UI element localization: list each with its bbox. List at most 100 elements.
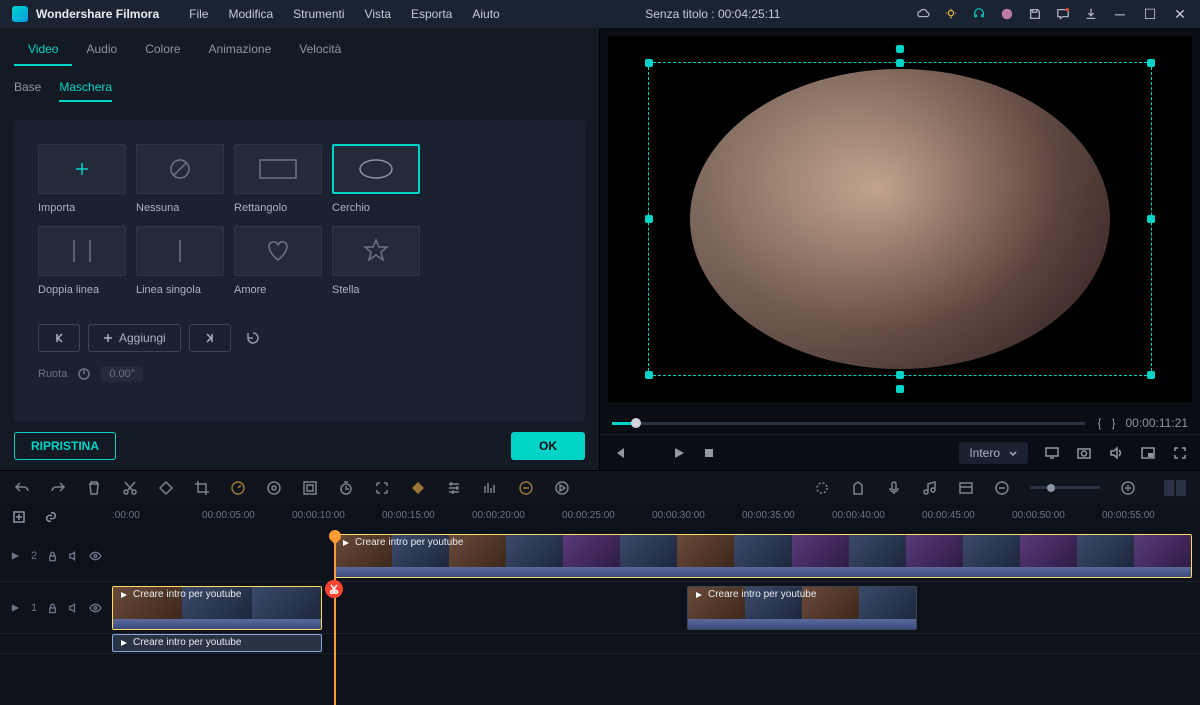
audio-sync-icon[interactable] bbox=[518, 480, 534, 496]
subtab-mask[interactable]: Maschera bbox=[59, 80, 112, 102]
tag-icon[interactable] bbox=[158, 480, 174, 496]
keyframe-reset-icon[interactable] bbox=[245, 330, 261, 346]
menu-view[interactable]: Vista bbox=[355, 7, 401, 21]
ruler-mark: :00:00 bbox=[112, 510, 140, 521]
tab-speed[interactable]: Velocità bbox=[285, 36, 355, 66]
play-icon[interactable] bbox=[672, 446, 686, 460]
track-lock-icon[interactable] bbox=[47, 602, 58, 614]
greenscreen-icon[interactable] bbox=[302, 480, 318, 496]
brace-right[interactable]: } bbox=[1111, 416, 1115, 430]
idea-icon[interactable] bbox=[944, 7, 958, 21]
keyframe-next-button[interactable] bbox=[189, 324, 231, 352]
ruler-mark: 00:00:05:00 bbox=[202, 510, 255, 521]
zoom-in-icon[interactable] bbox=[1120, 480, 1136, 496]
track-add-icon[interactable] bbox=[12, 510, 26, 524]
menu-export[interactable]: Esporta bbox=[401, 7, 462, 21]
tab-animation[interactable]: Animazione bbox=[195, 36, 286, 66]
equalizer-icon[interactable] bbox=[482, 480, 498, 496]
marker-icon[interactable] bbox=[850, 480, 866, 496]
pip-icon[interactable] bbox=[1140, 445, 1156, 461]
adjust-icon[interactable] bbox=[446, 480, 462, 496]
stop-icon[interactable] bbox=[702, 446, 716, 460]
clip[interactable]: Creare intro per youtube bbox=[334, 534, 1192, 578]
mixer-icon[interactable] bbox=[958, 480, 974, 496]
zoom-out-icon[interactable] bbox=[994, 480, 1010, 496]
subtab-base[interactable]: Base bbox=[14, 80, 41, 102]
mask-star[interactable] bbox=[332, 226, 420, 276]
track-lock-icon[interactable] bbox=[47, 550, 58, 562]
snapshot-icon[interactable] bbox=[1076, 445, 1092, 461]
step-back-icon[interactable] bbox=[612, 446, 626, 460]
track-mute-icon[interactable] bbox=[68, 602, 79, 614]
ok-button[interactable]: OK bbox=[511, 432, 585, 460]
undo-icon[interactable] bbox=[14, 480, 30, 496]
playhead[interactable] bbox=[334, 530, 336, 705]
link-icon[interactable] bbox=[44, 510, 58, 524]
volume-icon[interactable] bbox=[1108, 445, 1124, 461]
tab-video[interactable]: Video bbox=[14, 36, 72, 66]
play-reverse-icon[interactable] bbox=[642, 446, 656, 460]
clip[interactable]: Creare intro per youtube bbox=[687, 586, 917, 630]
keyframe-add-button[interactable]: Aggiungi bbox=[88, 324, 181, 352]
menu-help[interactable]: Aiuto bbox=[462, 7, 509, 21]
fit-select[interactable]: Intero bbox=[959, 442, 1028, 464]
mask-circle[interactable] bbox=[332, 144, 420, 194]
mask-rect-label: Rettangolo bbox=[234, 202, 287, 214]
track-visibility-icon[interactable] bbox=[89, 550, 102, 562]
clip[interactable]: Creare intro per youtube bbox=[112, 634, 322, 652]
redo-icon[interactable] bbox=[50, 480, 66, 496]
scrub-bar[interactable]: { } 00:00:11:21 bbox=[612, 414, 1188, 432]
menu-edit[interactable]: Modifica bbox=[218, 7, 283, 21]
mask-rect[interactable] bbox=[234, 144, 322, 194]
crop-icon[interactable] bbox=[194, 480, 210, 496]
duration-icon[interactable] bbox=[338, 480, 354, 496]
mask-single-line[interactable] bbox=[136, 226, 224, 276]
preview-canvas[interactable] bbox=[608, 36, 1192, 402]
account-icon[interactable] bbox=[1000, 7, 1014, 21]
marker-add-icon[interactable] bbox=[814, 480, 830, 496]
window-minimize[interactable]: ─ bbox=[1112, 6, 1128, 22]
mask-import[interactable] bbox=[38, 144, 126, 194]
track-mute-icon[interactable] bbox=[68, 550, 79, 562]
thumbnail-toggle[interactable] bbox=[1164, 480, 1186, 496]
keyframe-prev-button[interactable] bbox=[38, 324, 80, 352]
render-icon[interactable] bbox=[554, 480, 570, 496]
music-icon[interactable] bbox=[922, 480, 938, 496]
mic-icon[interactable] bbox=[886, 480, 902, 496]
tab-color[interactable]: Colore bbox=[131, 36, 194, 66]
menu-tools[interactable]: Strumenti bbox=[283, 7, 354, 21]
mask-double-line[interactable] bbox=[38, 226, 126, 276]
track-visibility-icon[interactable] bbox=[89, 602, 102, 614]
window-maximize[interactable]: ☐ bbox=[1142, 6, 1158, 23]
clip[interactable]: Creare intro per youtube bbox=[112, 586, 322, 630]
notification-icon[interactable] bbox=[1056, 7, 1070, 21]
mask-preview-oval[interactable] bbox=[690, 69, 1110, 369]
rotate-value[interactable]: 0.00° bbox=[101, 366, 143, 382]
menu-file[interactable]: File bbox=[179, 7, 218, 21]
fullscreen-icon[interactable] bbox=[1172, 445, 1188, 461]
cloud-icon[interactable] bbox=[916, 7, 930, 21]
speed-icon[interactable] bbox=[230, 480, 246, 496]
download-icon[interactable] bbox=[1084, 7, 1098, 21]
tab-audio[interactable]: Audio bbox=[72, 36, 131, 66]
delete-icon[interactable] bbox=[86, 480, 102, 496]
ruler-mark: 00:00:50:00 bbox=[1012, 510, 1065, 521]
mask-none[interactable] bbox=[136, 144, 224, 194]
ruler-mark: 00:00:15:00 bbox=[382, 510, 435, 521]
detect-icon[interactable] bbox=[374, 480, 390, 496]
timeline-ruler[interactable]: :00:00 00:00:05:00 00:00:10:00 00:00:15:… bbox=[0, 504, 1200, 530]
keyframe-icon[interactable] bbox=[410, 480, 426, 496]
color-icon[interactable] bbox=[266, 480, 282, 496]
zoom-slider[interactable] bbox=[1030, 486, 1100, 489]
brace-left[interactable]: { bbox=[1097, 416, 1101, 430]
mask-heart[interactable] bbox=[234, 226, 322, 276]
mask-star-label: Stella bbox=[332, 284, 360, 296]
headset-icon[interactable] bbox=[972, 7, 986, 21]
reset-button[interactable]: RIPRISTINA bbox=[14, 432, 116, 460]
window-close[interactable]: ✕ bbox=[1172, 6, 1188, 23]
display-icon[interactable] bbox=[1044, 445, 1060, 461]
cut-icon[interactable] bbox=[122, 480, 138, 496]
save-icon[interactable] bbox=[1028, 7, 1042, 21]
cut-marker[interactable] bbox=[325, 580, 343, 598]
tracks-area: 2 Creare intro per youtube 1 bbox=[0, 530, 1200, 705]
